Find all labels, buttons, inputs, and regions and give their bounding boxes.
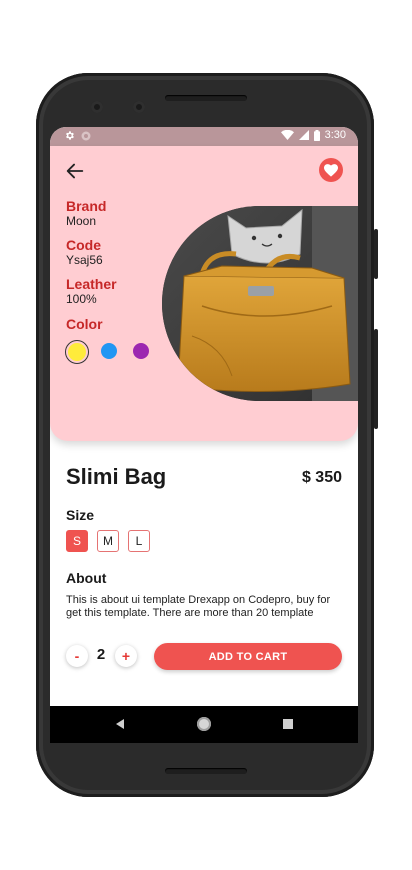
spec-label: Code [66, 237, 101, 253]
spec-code: Code Ysaj56 [66, 237, 103, 268]
color-label: Color [66, 316, 103, 332]
spec-value: 100% [66, 292, 97, 306]
product-price: $ 350 [301, 469, 342, 486]
spec-label: Leather [66, 276, 117, 292]
front-sensor [133, 101, 145, 113]
color-swatch-purple[interactable] [133, 343, 149, 359]
arrow-left-icon [66, 163, 84, 179]
quantity-increase-button[interactable]: + [115, 645, 137, 667]
settings-icon [66, 131, 74, 140]
volume-button [374, 229, 378, 279]
spec-value: Moon [66, 214, 97, 228]
status-bar: 3:30 [50, 127, 358, 146]
screen: 3:30 Brand Moon Code Ysaj56 Leather 100%… [50, 127, 358, 743]
spec-leather: Leather 100% [66, 276, 117, 307]
nav-back-icon[interactable] [116, 719, 124, 729]
product-hero: Brand Moon Code Ysaj56 Leather 100% Colo… [50, 146, 358, 441]
favorite-button[interactable] [319, 158, 343, 182]
spec-brand: Brand Moon [66, 198, 106, 229]
status-time: 3:30 [324, 129, 346, 141]
size-label: Size [66, 507, 95, 523]
earpiece-speaker [165, 95, 247, 101]
spec-label: Brand [66, 198, 107, 214]
about-label: About [66, 570, 107, 586]
size-option-l[interactable]: L [128, 530, 150, 552]
nav-home-icon[interactable] [197, 717, 211, 731]
nav-recents-icon[interactable] [283, 719, 293, 729]
wifi-icon [280, 130, 294, 140]
size-option-s[interactable]: S [66, 530, 88, 552]
color-swatch-blue[interactable] [101, 343, 117, 359]
product-image [162, 206, 358, 401]
signal-icon [298, 130, 309, 140]
add-to-cart-button[interactable]: ADD TO CART [154, 643, 342, 670]
power-button [374, 329, 378, 429]
front-camera [91, 101, 103, 113]
heart-icon [324, 163, 338, 177]
sync-icon [81, 131, 91, 140]
spec-value: Ysaj56 [66, 253, 103, 267]
quantity-value: 2 [96, 646, 106, 663]
product-title: Slimi Bag [66, 464, 167, 489]
color-swatch-yellow[interactable] [65, 340, 89, 364]
about-text: This is about ui template Drexapp on Cod… [66, 594, 331, 619]
bag-photo [162, 206, 358, 401]
bottom-speaker [165, 768, 247, 774]
size-option-m[interactable]: M [97, 530, 119, 552]
system-nav-bar [50, 706, 358, 743]
quantity-decrease-button[interactable]: - [66, 645, 88, 667]
battery-icon [313, 129, 320, 141]
back-button[interactable] [64, 160, 86, 182]
